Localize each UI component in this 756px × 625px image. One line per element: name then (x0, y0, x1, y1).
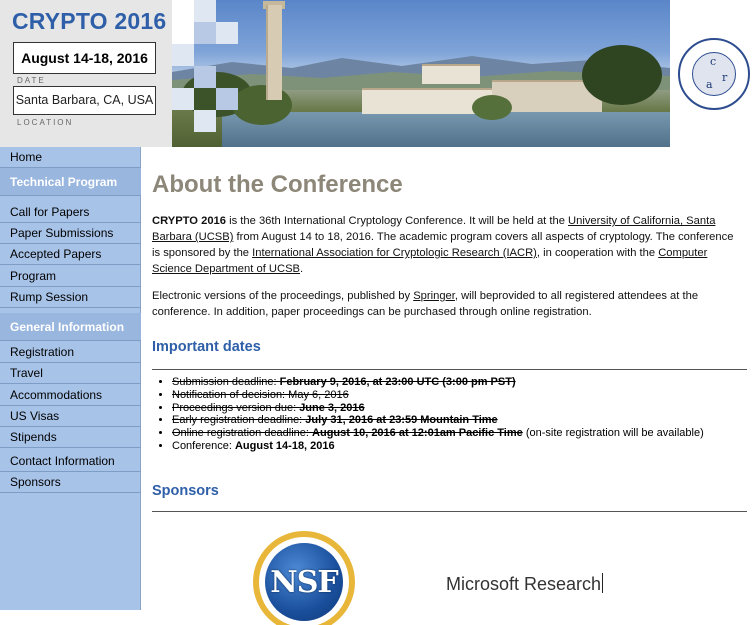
seal-letter: a (706, 78, 713, 91)
deco-square (194, 110, 216, 132)
nav-sponsors[interactable]: Sponsors (0, 472, 141, 493)
storke-tower (266, 5, 282, 100)
microsoft-research-text: Microsoft Research (446, 574, 602, 594)
nav-heading-general[interactable]: General Information (0, 313, 141, 341)
date-value: July 31, 2016 at 23:59 Mountain Time (305, 414, 498, 427)
section-divider (152, 369, 747, 370)
main-content: About the Conference CRYPTO 2016 is the … (141, 147, 756, 625)
date-value: June 3, 2016 (299, 401, 365, 414)
date-item-submission: Submission deadline: February 9, 2016, a… (172, 376, 742, 389)
date-value: February 9, 2016, at 23:00 UTC (3:00 pm … (279, 376, 516, 388)
intro-paragraph: CRYPTO 2016 is the 36th International Cr… (152, 213, 742, 277)
important-dates-heading: Important dates (152, 339, 261, 355)
section-divider (152, 511, 747, 512)
nsf-logo[interactable]: NSF (243, 525, 365, 625)
location-box: Santa Barbara, CA, USA (13, 86, 156, 115)
deco-square (172, 88, 194, 110)
deco-square (172, 22, 194, 44)
date-item-proceedings: Proceedings version due: June 3, 2016 (172, 402, 742, 415)
lagoon (222, 112, 670, 147)
site-brand[interactable]: CRYPTO 2016 (12, 8, 166, 35)
deco-square (194, 0, 216, 22)
intro-text: is the 36th International Cryptology Con… (226, 215, 569, 227)
date-note: (on-site registration will be available) (522, 427, 704, 440)
iacr-link[interactable]: International Association for Cryptologi… (252, 247, 537, 259)
tree-cluster (232, 85, 292, 125)
nav-contact-information[interactable]: Contact Information (0, 451, 141, 472)
date-item-notification: Notification of decision: May 6, 2016 (172, 389, 742, 402)
deco-square (172, 44, 194, 66)
sidebar-nav: Home Technical Program Call for Papers P… (0, 147, 141, 610)
deco-square (216, 22, 238, 44)
nav-accepted-papers[interactable]: Accepted Papers (0, 244, 141, 265)
date-item-online-registration: Online registration deadline: August 10,… (172, 427, 742, 440)
proceedings-text: Electronic versions of the proceedings, … (152, 290, 414, 302)
date-label: Online registration deadline: (172, 427, 313, 440)
nav-home[interactable]: Home (0, 147, 141, 168)
iacr-logo-area: c r a (670, 0, 756, 147)
page-title: About the Conference (152, 171, 403, 198)
nav-paper-submissions[interactable]: Paper Submissions (0, 223, 141, 244)
date-box: August 14-18, 2016 (13, 42, 156, 74)
building (422, 64, 480, 84)
nav-stipends[interactable]: Stipends (0, 427, 141, 448)
date-item-early-registration: Early registration deadline: July 31, 20… (172, 414, 742, 427)
important-dates-list: Submission deadline: February 9, 2016, a… (152, 376, 742, 453)
campus-photo (172, 0, 670, 147)
iacr-seal-logo[interactable]: c r a (678, 38, 750, 110)
logo-bar (602, 573, 604, 593)
sponsors-heading: Sponsors (152, 483, 219, 499)
deco-square (172, 0, 194, 22)
date-label: Submission deadline: (172, 376, 280, 388)
date-value: August 10, 2016 at 12:01am Pacific Time (312, 427, 523, 440)
deco-square (216, 88, 238, 110)
intro-text: , in cooperation with the (536, 247, 659, 259)
date-label: Proceedings version due: (172, 401, 300, 414)
nav-accommodations[interactable]: Accommodations (0, 385, 141, 406)
date-label: Early registration deadline: (172, 414, 306, 427)
tree-cluster (472, 95, 512, 120)
date-label: Conference: (172, 439, 235, 452)
proceedings-paragraph: Electronic versions of the proceedings, … (152, 288, 742, 320)
date-label: Notification of decision: May 6, 2016 (172, 388, 349, 401)
nsf-logo-text: NSF (270, 565, 338, 600)
date-caption: DATE (17, 76, 46, 85)
nav-call-for-papers[interactable]: Call for Papers (0, 202, 141, 223)
springer-link[interactable]: Springer (413, 290, 455, 302)
deco-square (194, 66, 216, 88)
deco-square (194, 22, 216, 44)
date-value: August 14-18, 2016 (234, 439, 335, 452)
nav-travel[interactable]: Travel (0, 363, 141, 384)
intro-strong: CRYPTO 2016 (152, 215, 226, 227)
event-info-panel: CRYPTO 2016 August 14-18, 2016 DATE Sant… (0, 0, 172, 147)
nav-rump-session[interactable]: Rump Session (0, 287, 141, 308)
page-header: CRYPTO 2016 August 14-18, 2016 DATE Sant… (0, 0, 756, 147)
nav-registration[interactable]: Registration (0, 342, 141, 363)
nav-program[interactable]: Program (0, 266, 141, 287)
location-caption: LOCATION (17, 118, 74, 127)
date-item-conference: Conference: August 14-18, 2016 (172, 440, 742, 453)
seal-letter: c (710, 55, 717, 68)
tree-cluster (582, 45, 662, 105)
seal-letter: r (722, 71, 728, 84)
nav-us-visas[interactable]: US Visas (0, 406, 141, 427)
microsoft-research-logo[interactable]: Microsoft Research (446, 573, 604, 595)
intro-text: . (300, 263, 304, 275)
nav-heading-technical[interactable]: Technical Program (0, 168, 141, 196)
